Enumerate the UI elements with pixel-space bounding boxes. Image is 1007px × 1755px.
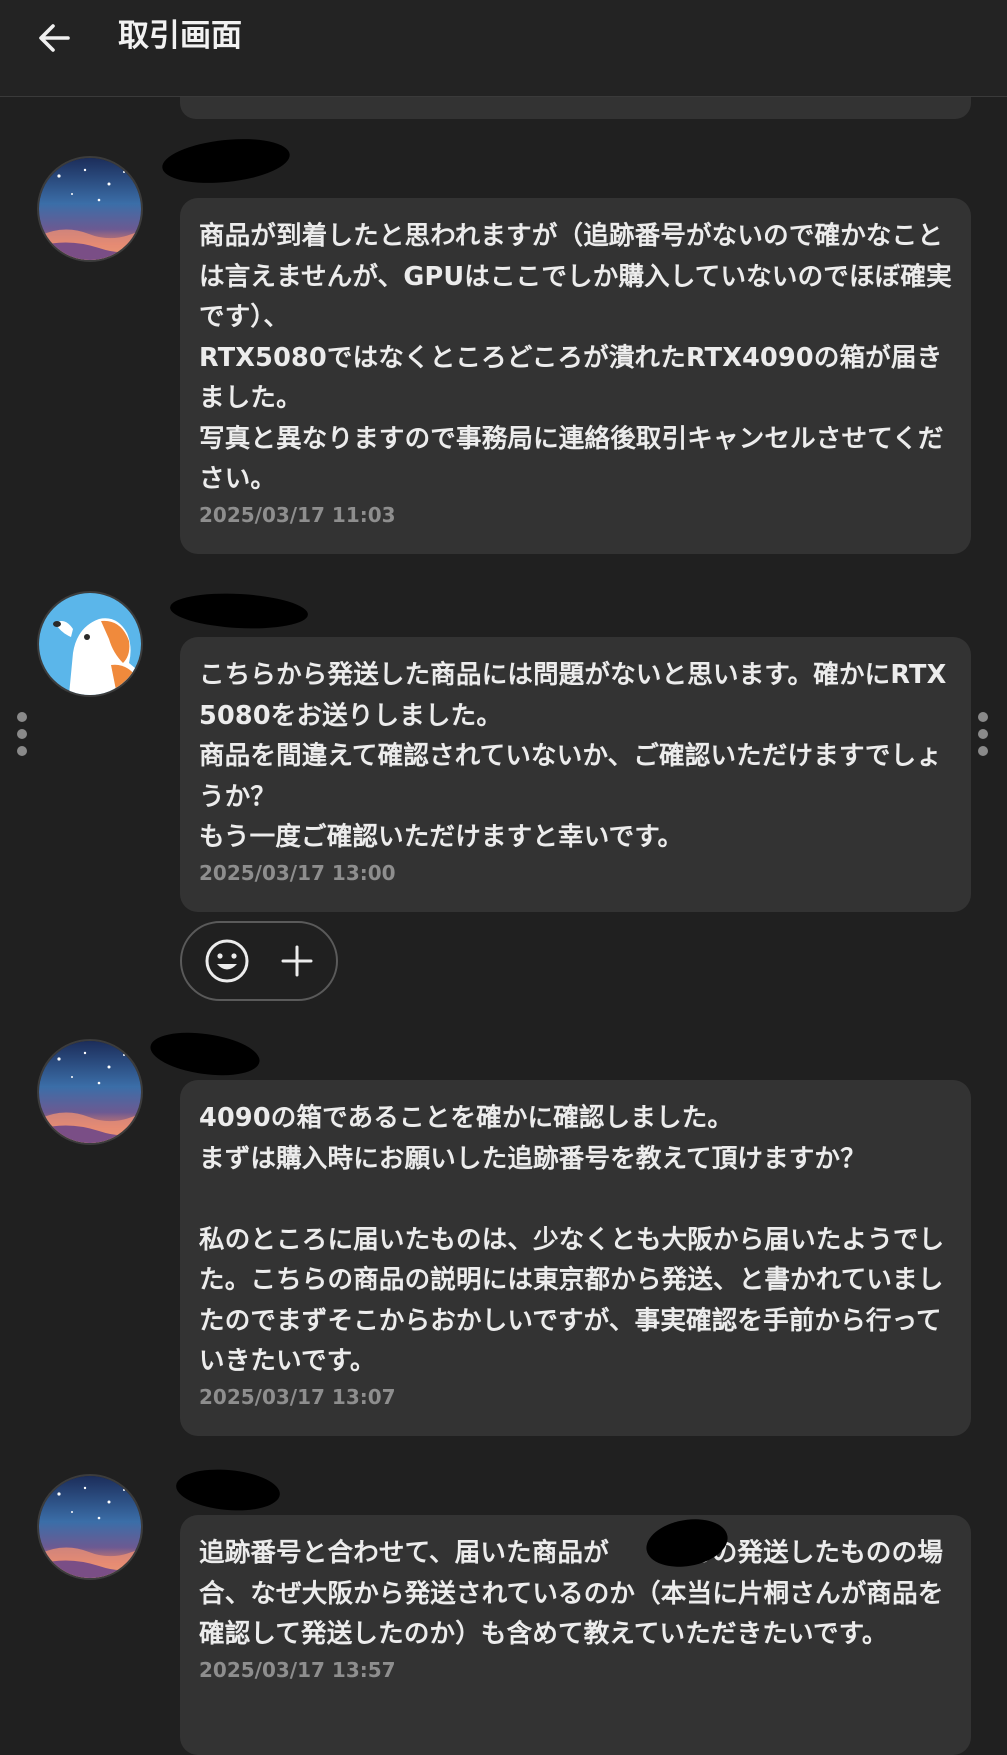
dog-avatar-icon [39,593,141,695]
message-timestamp: 2025/03/17 13:57 [199,1657,396,1682]
message-bubble[interactable]: 商品が到着したと思われますが（追跡番号がないので確かなことは言えませんが、GPU… [180,198,971,554]
message-bubble[interactable]: 追跡番号と合わせて、届いた商品が さんの発送したものの場合、なぜ大阪から発送され… [180,1515,971,1755]
starry-sky-avatar-icon [39,1041,141,1143]
page-title: 取引画面 [118,18,242,54]
avatar[interactable] [37,591,143,697]
message-bubble[interactable]: 4090の箱であることを確かに確認しました。 まずは購入時にお願いした追跡番号を… [180,1080,971,1436]
avatar[interactable] [37,1039,143,1145]
redacted-username [169,590,309,632]
message-text: 4090の箱であることを確かに確認しました。 まずは購入時にお願いした追跡番号を… [199,1103,945,1376]
redacted-username [174,1465,282,1515]
plus-icon [281,945,313,977]
dot-icon [17,746,27,756]
dot-icon [17,712,27,722]
left-handle[interactable] [15,712,29,756]
reaction-bar [180,921,338,1001]
starry-sky-avatar-icon [39,1476,141,1578]
message-text: こちらから発送した商品には問題がないと思います。確かにRTX 5080をお送りし… [199,660,947,852]
redacted-username [160,133,292,189]
dot-icon [978,729,988,739]
more-reactions-button[interactable] [262,923,332,999]
message-timestamp: 2025/03/17 11:03 [199,502,396,527]
smiley-icon [205,939,249,983]
message-text: 商品が到着したと思われますが（追跡番号がないので確かなことは言えませんが、GPU… [199,221,952,494]
message-timestamp: 2025/03/17 13:07 [199,1384,396,1409]
dot-icon [978,746,988,756]
dot-icon [978,712,988,722]
message-timestamp: 2025/03/17 13:00 [199,860,396,885]
avatar[interactable] [37,156,143,262]
right-handle[interactable] [976,712,990,756]
starry-sky-avatar-icon [39,158,141,260]
redacted-username [147,1026,263,1082]
back-button[interactable] [30,14,78,62]
add-reaction-button[interactable] [192,923,262,999]
message-bubble[interactable]: こちらから発送した商品には問題がないと思います。確かにRTX 5080をお送りし… [180,637,971,912]
app-header: 取引画面 [0,0,1007,97]
message-text: 追跡番号と合わせて、届いた商品が さんの発送したものの場合、なぜ大阪から発送され… [199,1538,944,1649]
arrow-left-icon [39,24,70,52]
previous-message-bubble [180,97,971,119]
avatar[interactable] [37,1474,143,1580]
dot-icon [17,729,27,739]
